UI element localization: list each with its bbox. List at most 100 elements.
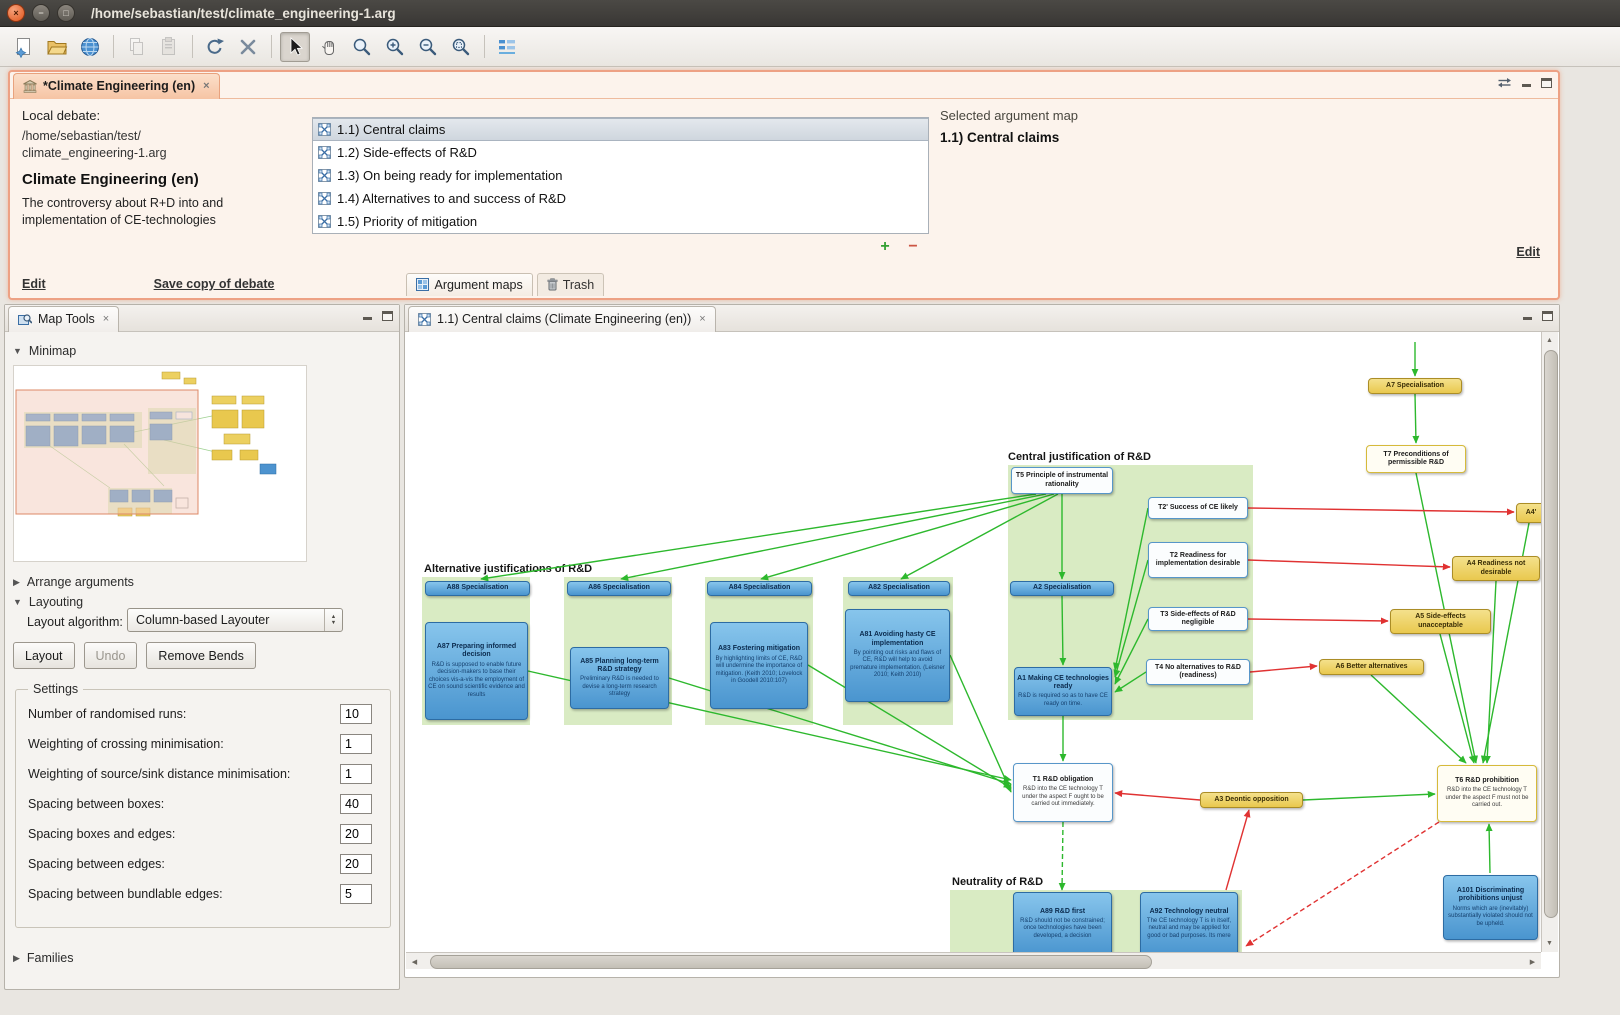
node-A84[interactable]: A84 Specialisation xyxy=(707,581,812,596)
maximize-view-icon[interactable] xyxy=(1541,78,1552,88)
argument-canvas[interactable]: Central justification of R&DAlternative … xyxy=(406,332,1541,952)
section-minimap[interactable]: ▼ Minimap xyxy=(13,344,76,358)
tab-map-tools[interactable]: Map Tools × xyxy=(8,306,119,332)
setting-input[interactable] xyxy=(340,884,372,904)
node-A83[interactable]: A83 Fostering mitigationBy highlighting … xyxy=(710,622,808,709)
delete-icon[interactable] xyxy=(234,33,262,61)
zoom-original-icon[interactable] xyxy=(348,33,376,61)
undo-button[interactable]: Undo xyxy=(84,642,138,669)
maximize-view-icon[interactable] xyxy=(382,311,393,321)
map-list-item[interactable]: 1.1) Central claims xyxy=(313,118,928,141)
node-T3[interactable]: T3 Side-effects of R&D negligible xyxy=(1148,607,1248,631)
setting-label: Weighting of source/sink distance minimi… xyxy=(28,767,340,781)
setting-input[interactable] xyxy=(340,854,372,874)
node-T2[interactable]: T2 Readiness for implementation desirabl… xyxy=(1148,542,1248,578)
outline-icon[interactable] xyxy=(493,33,521,61)
tab-debate[interactable]: *Climate Engineering (en) × xyxy=(13,73,220,99)
minimize-view-icon[interactable] xyxy=(362,310,373,321)
scroll-left-icon[interactable]: ◀ xyxy=(407,954,422,969)
setting-input[interactable] xyxy=(340,794,372,814)
section-families[interactable]: ▶ Families xyxy=(13,951,73,965)
setting-input[interactable] xyxy=(340,704,372,724)
node-A7[interactable]: A7 Specialisation xyxy=(1368,378,1462,394)
node-A6[interactable]: A6 Better alternatives xyxy=(1319,659,1424,675)
new-wizard-icon[interactable] xyxy=(10,33,38,61)
layout-algorithm-select[interactable]: Column-based Layouter ▲▼ xyxy=(127,608,343,632)
open-folder-icon[interactable] xyxy=(43,33,71,61)
section-layouting[interactable]: ▼ Layouting xyxy=(13,595,83,609)
copy-icon[interactable] xyxy=(122,33,150,61)
node-A101[interactable]: A101 Discriminating prohibitions unjustN… xyxy=(1443,875,1538,940)
map-list-item[interactable]: 1.5) Priority of mitigation xyxy=(313,210,928,233)
minimize-view-icon[interactable] xyxy=(1522,310,1533,321)
remove-map-button[interactable]: − xyxy=(904,239,922,255)
node-A85[interactable]: A85 Planning long-term R&D strategyPreli… xyxy=(570,647,669,709)
node-A87[interactable]: A87 Preparing informed decisionR&D is su… xyxy=(425,622,528,720)
selected-map-value: 1.1) Central claims xyxy=(940,130,1078,145)
argument-map-list[interactable]: 1.1) Central claims 1.2) Side-effects of… xyxy=(312,117,929,234)
maximize-view-icon[interactable] xyxy=(1542,311,1553,321)
minimize-view-icon[interactable] xyxy=(1521,77,1532,88)
node-A92[interactable]: A92 Technology neutralThe CE technology … xyxy=(1140,892,1238,952)
node-A4p[interactable]: A4' xyxy=(1516,503,1541,523)
minimap-image[interactable] xyxy=(14,366,306,560)
setting-input[interactable] xyxy=(340,734,372,754)
sync-icon[interactable] xyxy=(1497,77,1512,88)
node-T1[interactable]: T1 R&D obligationR&D into the CE technol… xyxy=(1013,763,1113,822)
close-icon[interactable]: × xyxy=(699,313,705,325)
map-list-item[interactable]: 1.4) Alternatives to and success of R&D xyxy=(313,187,928,210)
setting-input[interactable] xyxy=(340,764,372,784)
node-T5[interactable]: T5 Principle of instrumental rationality xyxy=(1011,467,1113,494)
scroll-down-icon[interactable]: ▼ xyxy=(1542,936,1557,951)
node-T7[interactable]: T7 Preconditions of permissible R&D xyxy=(1366,445,1466,473)
vertical-scroll-thumb[interactable] xyxy=(1544,350,1558,918)
setting-input[interactable] xyxy=(340,824,372,844)
close-icon[interactable]: × xyxy=(103,313,109,325)
zoom-in-icon[interactable] xyxy=(381,33,409,61)
window-close-button[interactable]: × xyxy=(7,4,25,22)
pan-hand-icon[interactable] xyxy=(315,33,343,61)
node-A81[interactable]: A81 Avoiding hasty CE implementationBy p… xyxy=(845,609,950,702)
save-copy-link[interactable]: Save copy of debate xyxy=(154,277,275,291)
edit-debate-link[interactable]: Edit xyxy=(22,277,46,291)
window-maximize-button[interactable]: □ xyxy=(57,4,75,22)
section-arrange-arguments[interactable]: ▶ Arrange arguments xyxy=(13,575,134,589)
zoom-fit-icon[interactable] xyxy=(447,33,475,61)
select-tool-icon[interactable] xyxy=(280,32,310,62)
setting-label: Spacing between bundlable edges: xyxy=(28,887,340,901)
node-A86[interactable]: A86 Specialisation xyxy=(567,581,671,596)
scroll-right-icon[interactable]: ▶ xyxy=(1525,954,1540,969)
node-A1[interactable]: A1 Making CE technologies readyR&D is re… xyxy=(1014,667,1112,716)
web-icon[interactable] xyxy=(76,33,104,61)
map-list-item[interactable]: 1.2) Side-effects of R&D xyxy=(313,141,928,164)
paste-icon[interactable] xyxy=(155,33,183,61)
node-A5[interactable]: A5 Side-effects unacceptable xyxy=(1390,609,1491,634)
minimap[interactable] xyxy=(13,365,307,562)
node-A4[interactable]: A4 Readiness not desirable xyxy=(1452,556,1540,581)
setting-label: Spacing between boxes: xyxy=(28,797,340,811)
map-list-item[interactable]: 1.3) On being ready for implementation xyxy=(313,164,928,187)
node-A89[interactable]: A89 R&D firstR&D should not be constrain… xyxy=(1013,892,1112,952)
node-T4[interactable]: T4 No alternatives to R&D (readiness) xyxy=(1146,659,1250,685)
vertical-scrollbar[interactable]: ▲ ▼ xyxy=(1541,332,1558,952)
refresh-icon[interactable] xyxy=(201,33,229,61)
tab-editor[interactable]: 1.1) Central claims (Climate Engineering… xyxy=(408,306,716,332)
horizontal-scroll-thumb[interactable] xyxy=(430,955,1152,969)
node-A3[interactable]: A3 Deontic opposition xyxy=(1200,792,1303,808)
edit-selected-map-link[interactable]: Edit xyxy=(1516,245,1540,259)
node-A2[interactable]: A2 Specialisation xyxy=(1010,581,1114,596)
node-T6[interactable]: T6 R&D prohibitionR&D into the CE techno… xyxy=(1437,765,1537,822)
remove-bends-button[interactable]: Remove Bends xyxy=(146,642,255,669)
node-T2p[interactable]: T2' Success of CE likely xyxy=(1148,497,1248,519)
layout-button[interactable]: Layout xyxy=(13,642,75,669)
close-icon[interactable]: × xyxy=(203,80,209,92)
node-A82[interactable]: A82 Specialisation xyxy=(848,581,950,596)
window-minimize-button[interactable]: − xyxy=(32,4,50,22)
node-A88[interactable]: A88 Specialisation xyxy=(425,581,530,596)
tab-trash[interactable]: Trash xyxy=(537,273,605,296)
zoom-out-icon[interactable] xyxy=(414,33,442,61)
add-map-button[interactable]: + xyxy=(876,239,894,255)
tab-argument-maps[interactable]: Argument maps xyxy=(406,273,532,296)
horizontal-scrollbar[interactable]: ◀ ▶ xyxy=(406,952,1541,969)
scroll-up-icon[interactable]: ▲ xyxy=(1542,333,1557,348)
